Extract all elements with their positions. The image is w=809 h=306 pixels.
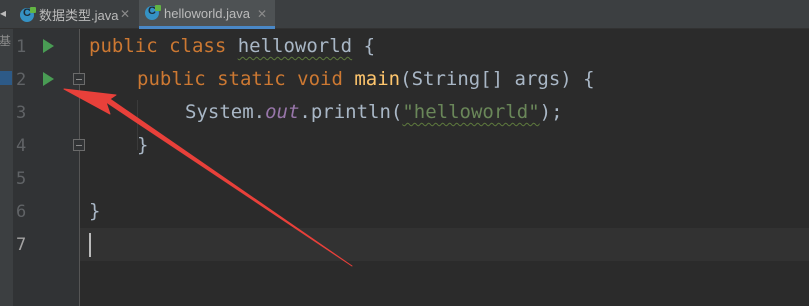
keyword: public class <box>89 35 227 57</box>
class-name: helloworld <box>237 35 353 57</box>
code-line-3[interactable]: System.out.println("helloworld"); <box>185 101 563 123</box>
code-line-6[interactable]: } <box>89 200 100 222</box>
keyword: public static void <box>137 68 343 90</box>
strip-marker <box>0 71 12 85</box>
string-literal: "helloworld" <box>402 101 540 123</box>
java-class-icon <box>20 6 36 22</box>
close-tab-icon[interactable]: ✕ <box>120 8 130 20</box>
static-field: out <box>265 101 300 123</box>
line-number: 4 <box>16 136 27 156</box>
code-text: ); <box>539 101 563 123</box>
line-number-current: 7 <box>16 235 27 255</box>
code-text: { <box>352 35 376 57</box>
code-line-4[interactable]: } <box>137 134 148 156</box>
tab-label: 数据类型.java <box>39 8 119 23</box>
code-line-1[interactable]: public class helloworld { <box>89 35 375 57</box>
run-main-icon[interactable] <box>43 72 54 86</box>
editor-tab-bar: ◂ 数据类型.java ✕ helloworld.java ✕ <box>0 0 809 29</box>
strip-label[interactable]: 基 <box>0 32 11 49</box>
left-tool-strip: 基 <box>0 29 14 306</box>
java-class-icon <box>145 5 161 20</box>
fold-close-icon[interactable] <box>73 139 85 151</box>
line-number: 5 <box>16 169 27 189</box>
tab-data-types-java[interactable]: 数据类型.java ✕ <box>14 0 138 29</box>
line-number: 2 <box>16 70 27 90</box>
current-line-highlight <box>80 228 809 261</box>
line-number: 6 <box>16 202 27 222</box>
tab-scroll-left-icon[interactable]: ◂ <box>0 6 6 20</box>
close-tab-icon[interactable]: ✕ <box>257 8 267 20</box>
code-text: System. <box>185 101 266 123</box>
line-number: 1 <box>16 37 27 57</box>
code-line-2[interactable]: public static void main(String[] args) { <box>137 68 595 90</box>
tab-label: helloworld.java <box>164 5 250 21</box>
fold-open-icon[interactable] <box>73 73 85 85</box>
tab-helloworld-java[interactable]: helloworld.java ✕ <box>139 0 275 29</box>
run-class-icon[interactable] <box>43 39 54 53</box>
code-text: (String[] args) { <box>400 68 595 90</box>
gutter-divider <box>79 29 80 306</box>
line-number: 3 <box>16 103 27 123</box>
text-caret <box>89 233 91 257</box>
method-name: main <box>354 68 401 90</box>
code-text: .println( <box>299 101 403 123</box>
